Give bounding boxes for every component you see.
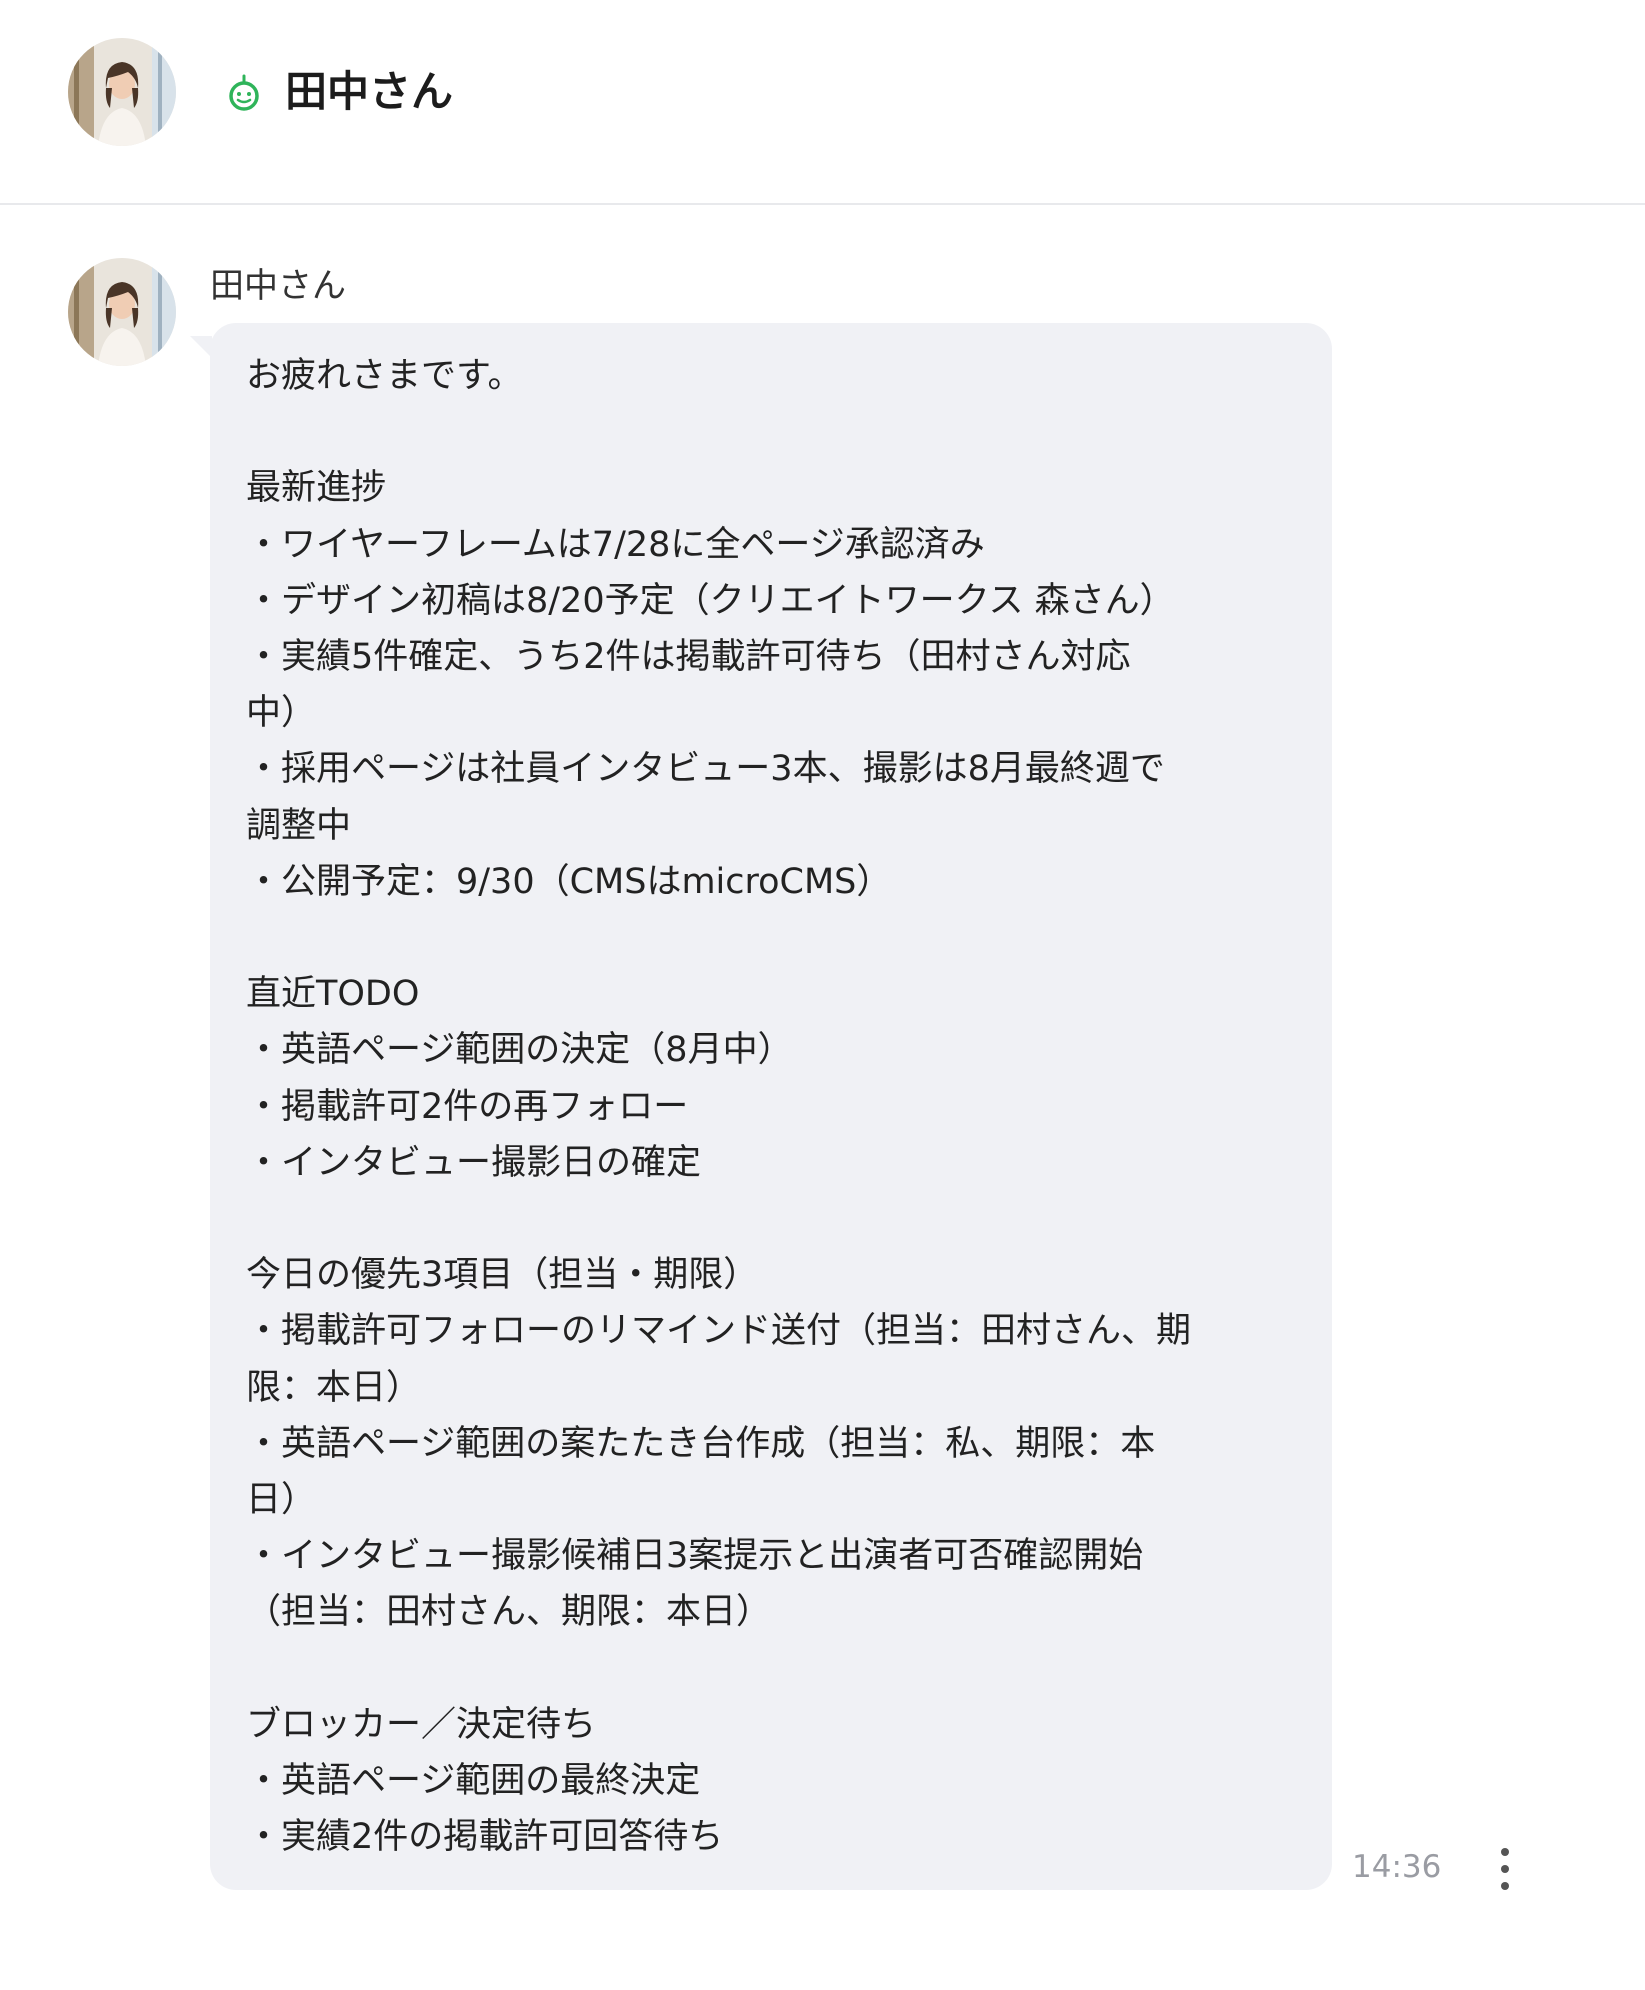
sender-name: 田中さん — [210, 266, 346, 306]
more-vertical-icon — [1501, 1848, 1509, 1856]
bubble-tail — [190, 336, 212, 358]
message-text: お疲れさまです。 最新進捗 ・ワイヤーフレームは7/28に全ページ承認済み ・デ… — [246, 356, 1192, 1858]
message-timestamp: 14:36 — [1352, 1849, 1442, 1885]
bot-icon — [224, 73, 264, 113]
avatar[interactable] — [68, 38, 176, 146]
page-title: 田中さん — [285, 67, 454, 116]
chat-header: 田中さん — [0, 0, 1645, 205]
sender-avatar[interactable] — [68, 258, 176, 366]
more-options-button[interactable] — [1490, 1842, 1520, 1896]
